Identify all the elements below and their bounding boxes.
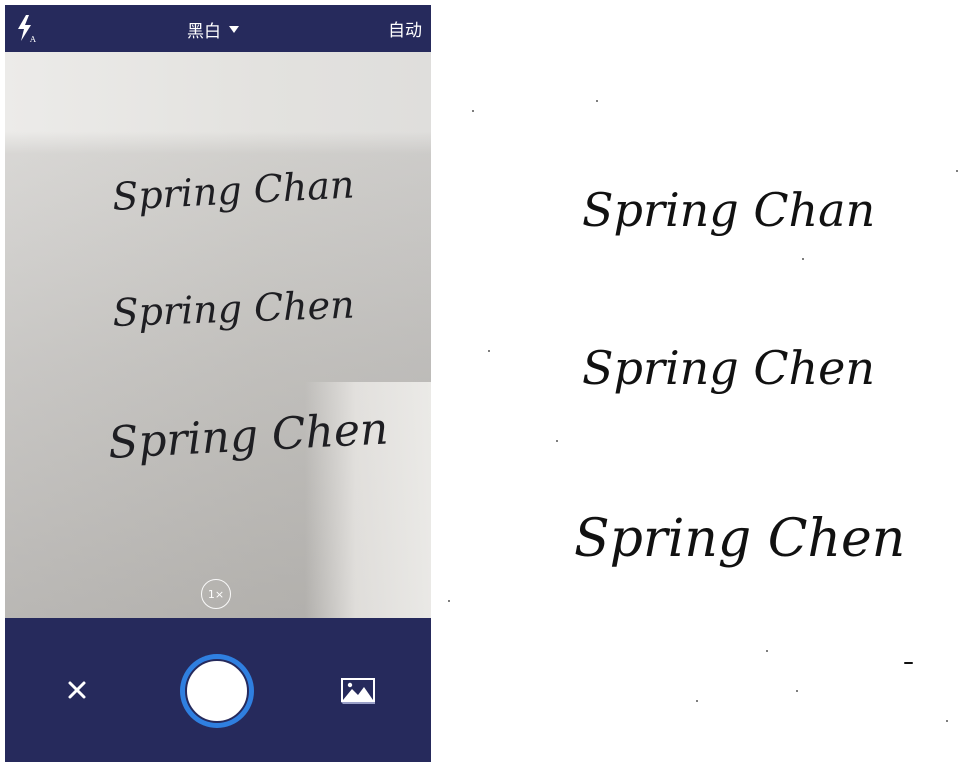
- color-mode-label: 黑白: [187, 21, 221, 42]
- color-mode-dropdown[interactable]: 黑白: [187, 16, 239, 42]
- scan-noise: [904, 662, 913, 664]
- scan-noise: [946, 720, 948, 722]
- flash-auto-icon: A: [18, 15, 36, 44]
- svg-text:A: A: [29, 35, 36, 44]
- viewfinder-line-1: Spring Chan: [111, 162, 355, 219]
- caret-down-icon: [229, 25, 239, 33]
- camera-top-bar: A 黑白 自动: [5, 5, 431, 52]
- shutter-button[interactable]: [180, 654, 254, 728]
- scan-line-1: Spring Chan: [582, 183, 875, 237]
- scan-noise: [696, 700, 698, 702]
- scan-noise: [488, 350, 490, 352]
- scanned-handwriting: Spring Chan Spring Chen Spring Chen: [574, 183, 905, 569]
- viewfinder-handwriting: Spring Chan Spring Chen Spring Chen: [107, 162, 390, 469]
- camera-viewfinder[interactable]: Spring Chan Spring Chen Spring Chen 1×: [5, 52, 431, 618]
- camera-bottom-bar: [5, 618, 431, 762]
- close-button[interactable]: [65, 678, 89, 702]
- flash-auto-button[interactable]: A: [15, 14, 39, 44]
- scan-noise: [448, 600, 450, 602]
- scan-noise: [596, 100, 598, 102]
- scan-noise: [802, 258, 804, 260]
- auto-capture-button[interactable]: 自动: [388, 16, 422, 41]
- scan-noise: [796, 690, 798, 692]
- gallery-icon: [341, 678, 375, 704]
- scan-noise: [956, 170, 958, 172]
- scan-noise: [556, 440, 558, 442]
- zoom-level-button[interactable]: 1×: [201, 579, 231, 609]
- viewfinder-line-3: Spring Chen: [107, 403, 390, 469]
- shutter-icon: [185, 659, 249, 723]
- scan-line-2: Spring Chen: [582, 341, 875, 395]
- camera-screen: A 黑白 自动 Spring Chan Spring Chen Spring C…: [5, 5, 431, 762]
- close-icon: [68, 681, 86, 699]
- viewfinder-line-2: Spring Chen: [112, 283, 355, 335]
- scan-line-3: Spring Chen: [574, 509, 905, 569]
- scan-noise: [472, 110, 474, 112]
- gallery-button[interactable]: [339, 676, 377, 706]
- scanned-document: Spring Chan Spring Chen Spring Chen: [436, 0, 977, 767]
- scan-noise: [766, 650, 768, 652]
